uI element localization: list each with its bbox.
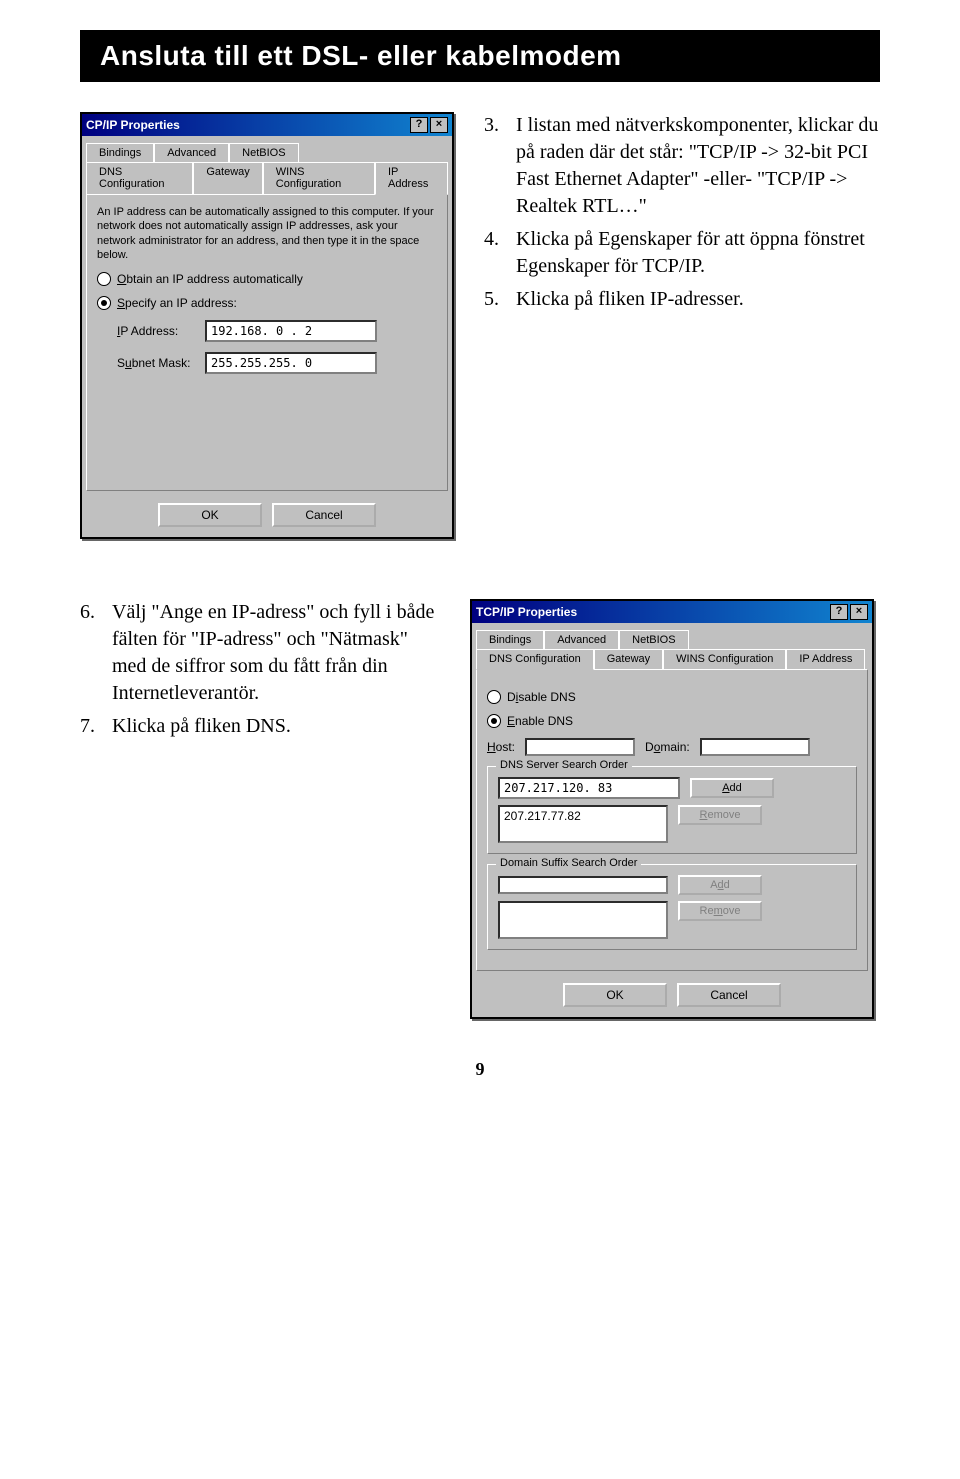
step-number: 7. [80,713,102,740]
tab-dns-config[interactable]: DNS Configuration [86,162,193,195]
host-field[interactable] [525,738,635,756]
step-text: Välj "Ange en IP-adress" och fyll i både… [112,599,440,707]
remove-button[interactable]: Remove [678,805,762,825]
remove-button[interactable]: Remove [678,901,762,921]
cancel-button[interactable]: Cancel [677,983,781,1007]
radio-disable-dns[interactable]: Disable DNS [487,690,857,704]
domain-suffix-search-order-group: Domain Suffix Search Order Add Remove [487,864,857,950]
tab-wins-config[interactable]: WINS Configuration [263,162,375,195]
ok-button[interactable]: OK [563,983,667,1007]
ip-address-label: IP Address: [117,324,197,338]
radio-icon [97,272,111,286]
tab-bindings[interactable]: Bindings [476,630,544,649]
dns-server-list[interactable]: 207.217.77.82 [498,805,668,843]
tab-ip-address[interactable]: IP Address [786,649,865,670]
tab-advanced[interactable]: Advanced [154,143,229,162]
help-icon[interactable]: ? [830,604,848,620]
host-label: Host: [487,740,515,754]
tab-advanced[interactable]: Advanced [544,630,619,649]
ip-address-field[interactable]: 192.168. 0 . 2 [205,320,377,342]
titlebar: CP/IP Properties ? × [82,114,452,136]
tab-gateway[interactable]: Gateway [594,649,663,670]
groupbox-title: DNS Server Search Order [496,759,632,771]
tcpip-properties-dialog-1: CP/IP Properties ? × Bindings Advanced N… [80,112,454,539]
domain-suffix-list[interactable] [498,901,668,939]
radio-specify-ip[interactable]: Specify an IP address: [97,296,437,310]
cancel-button[interactable]: Cancel [272,503,376,527]
close-icon[interactable]: × [430,117,448,133]
page-number: 9 [80,1059,880,1080]
domain-suffix-entry-field[interactable] [498,876,668,894]
tab-gateway[interactable]: Gateway [193,162,262,195]
step-number: 6. [80,599,102,707]
radio-obtain-label: btain an IP address automatically [126,272,303,286]
dns-server-search-order-group: DNS Server Search Order 207.217.120. 83 … [487,766,857,854]
radio-specify-label: pecify an IP address: [125,296,237,310]
close-icon[interactable]: × [850,604,868,620]
dns-ip-entry-field[interactable]: 207.217.120. 83 [498,777,680,799]
radio-obtain-ip[interactable]: Obtain an IP address automatically [97,272,437,286]
page-header: Ansluta till ett DSL- eller kabelmodem [80,30,880,82]
titlebar: TCP/IP Properties ? × [472,601,872,623]
radio-enable-dns[interactable]: Enable DNS [487,714,857,728]
tab-ip-address[interactable]: IP Address [375,162,448,195]
radio-icon [487,714,501,728]
step-text: Klicka på Egenskaper för att öppna fönst… [516,226,880,280]
step-number: 5. [484,286,506,313]
groupbox-title: Domain Suffix Search Order [496,857,641,869]
help-text: An IP address can be automatically assig… [97,205,437,262]
instructions-block-2: 6.Välj "Ange en IP-adress" och fyll i bå… [80,599,440,746]
instructions-block-1: 3.I listan med nätverkskomponenter, klic… [484,112,880,319]
subnet-mask-field[interactable]: 255.255.255. 0 [205,352,377,374]
step-text: Klicka på fliken IP-adresser. [516,286,744,313]
domain-label: Domain: [645,740,690,754]
step-text: I listan med nätverkskomponenter, klicka… [516,112,880,220]
tab-wins-config[interactable]: WINS Configuration [663,649,786,670]
tab-netbios[interactable]: NetBIOS [229,143,298,162]
help-icon[interactable]: ? [410,117,428,133]
window-title: TCP/IP Properties [476,605,577,619]
tcpip-properties-dialog-2: TCP/IP Properties ? × Bindings Advanced … [470,599,874,1019]
tab-bindings[interactable]: Bindings [86,143,154,162]
tab-netbios[interactable]: NetBIOS [619,630,688,649]
step-number: 4. [484,226,506,280]
ok-button[interactable]: OK [158,503,262,527]
tab-dns-config[interactable]: DNS Configuration [476,649,594,670]
window-title: CP/IP Properties [86,118,180,132]
domain-field[interactable] [700,738,810,756]
add-button[interactable]: Add [678,875,762,895]
step-text: Klicka på fliken DNS. [112,713,291,740]
add-button[interactable]: Add [690,778,774,798]
step-number: 3. [484,112,506,220]
subnet-mask-label: Subnet Mask: [117,356,197,370]
radio-icon [97,296,111,310]
radio-icon [487,690,501,704]
